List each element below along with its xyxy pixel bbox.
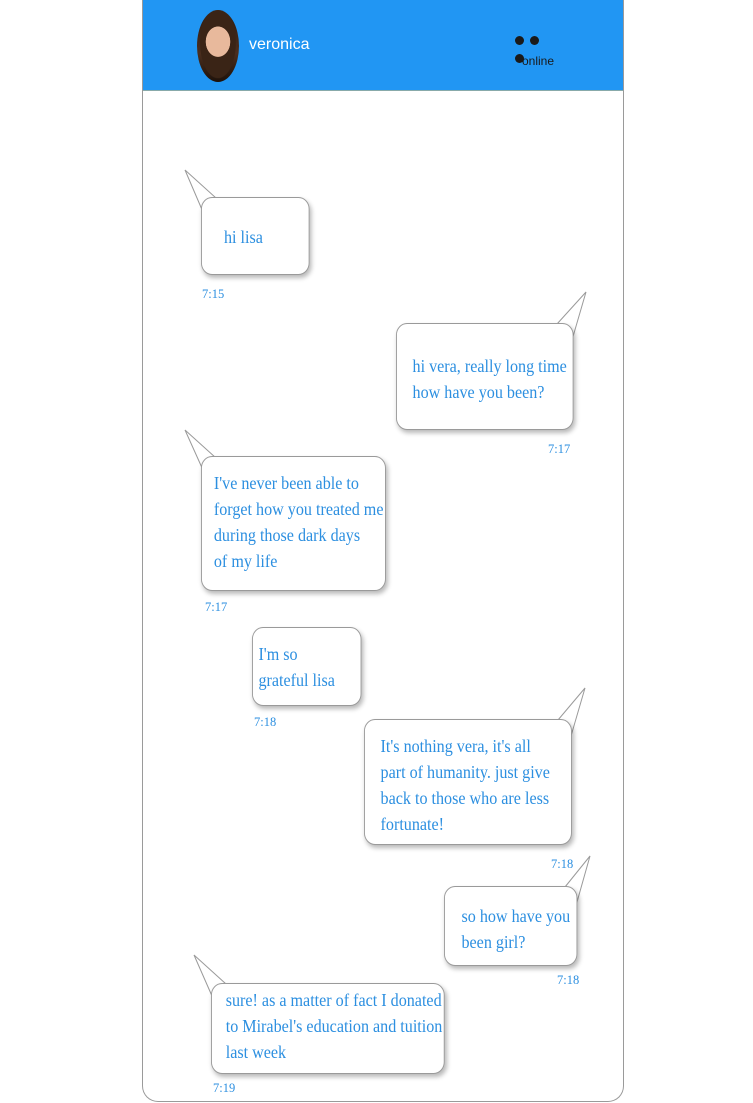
message-text: so how have you been girl?: [461, 906, 571, 952]
message-bubble-outgoing[interactable]: so how have you been girl?: [444, 886, 578, 966]
status-label: online: [522, 54, 555, 68]
message-text: hi vera, really long time how have you b…: [412, 356, 567, 402]
avatar[interactable]: [197, 10, 239, 82]
message-text: I've never been able to forget how you t…: [213, 473, 384, 571]
message-text: sure! as a matter of fact I donated to M…: [225, 990, 443, 1062]
message-time: 7:18: [557, 973, 580, 987]
message-time: 7:17: [205, 600, 228, 614]
message-bubble-incoming[interactable]: I've never been able to forget how you t…: [201, 456, 386, 591]
message-bubble-outgoing[interactable]: It's nothing vera, it's all part of huma…: [364, 719, 572, 845]
message-text: hi lisa: [224, 227, 263, 247]
message-text: I'm so grateful lisa: [258, 644, 335, 690]
message-text: It's nothing vera, it's all part of huma…: [380, 736, 550, 834]
message-bubble-incoming[interactable]: hi lisa: [201, 197, 310, 275]
message-bubble-incoming[interactable]: sure! as a matter of fact I donated to M…: [211, 983, 445, 1074]
message-time: 7:17: [548, 442, 571, 456]
chat-header: veronica online: [143, 0, 623, 91]
message-time: 7:18: [551, 857, 574, 871]
message-bubble-outgoing[interactable]: hi vera, really long time how have you b…: [396, 323, 574, 430]
message-time: 7:19: [213, 1081, 236, 1095]
message-time: 7:15: [202, 287, 225, 301]
message-time: 7:18: [254, 715, 277, 729]
more-dots-icon[interactable]: [515, 32, 559, 63]
message-bubble-incoming[interactable]: I'm so grateful lisa: [252, 627, 362, 706]
contact-name[interactable]: veronica: [249, 36, 309, 54]
